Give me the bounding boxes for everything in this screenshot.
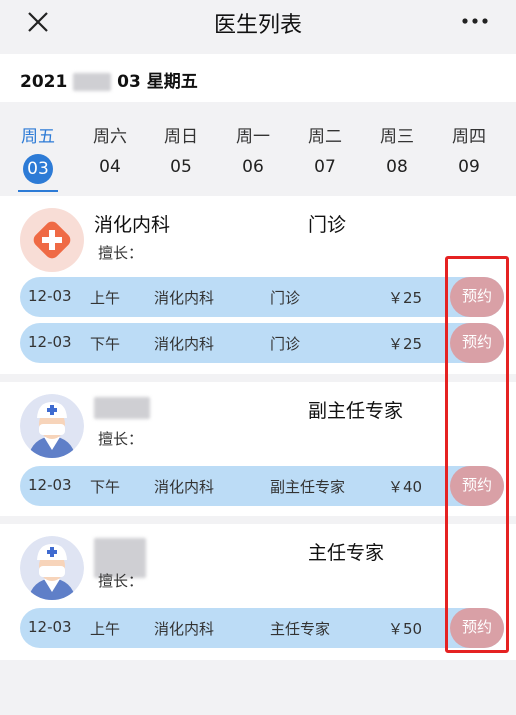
doctor-avatar-icon (20, 394, 84, 458)
current-date-bar: 2021 03 星期五 (0, 54, 516, 102)
doctor-name (94, 396, 150, 419)
day-tab-1[interactable]: 周六 04 (80, 102, 140, 194)
doctor-title: 主任专家 (308, 542, 385, 564)
blurred-name (94, 396, 150, 419)
book-button[interactable]: 预约 (450, 277, 504, 317)
week-selector: 周五 03 周六 04 周日 05 周一 06 周二 07 周三 08 周四 0… (0, 102, 516, 194)
skill-label: 擅长： (98, 430, 144, 448)
doctor-avatar (20, 394, 84, 458)
day-tab-3[interactable]: 周一 06 (223, 102, 283, 194)
doctor-title: 门诊 (308, 214, 347, 236)
schedule-slot: 12-03 下午 消化内科 副主任专家 ￥40 预约 (20, 466, 504, 506)
page-title: 医生列表 (213, 13, 302, 38)
doctor-card: 副主任专家 擅长： 12-03 下午 消化内科 副主任专家 ￥40 预约 (0, 382, 516, 516)
doctor-avatar (20, 536, 84, 600)
book-button[interactable]: 预约 (450, 608, 504, 648)
book-button[interactable]: 预约 (450, 466, 504, 506)
day-tab-0[interactable]: 周五 03 (8, 102, 68, 194)
schedule-slot: 12-03 下午 消化内科 门诊 ￥25 预约 (20, 323, 504, 363)
schedule-slot: 12-03 上午 消化内科 门诊 ￥25 预约 (20, 277, 504, 317)
doctor-card: 消化内科 门诊 擅长： 12-03 上午 消化内科 门诊 ￥25 预约 12-0… (0, 196, 516, 374)
schedule-slot: 12-03 上午 消化内科 主任专家 ￥50 预约 (20, 608, 504, 648)
day-tab-2[interactable]: 周日 05 (151, 102, 211, 194)
blurred-date-part (73, 73, 112, 91)
book-button[interactable]: 预约 (450, 323, 504, 363)
skill-label: 擅长： (98, 244, 144, 262)
medical-cross-icon (33, 221, 71, 259)
day-tab-4[interactable]: 周二 07 (295, 102, 355, 194)
skill-label: 擅长： (98, 572, 144, 590)
doctor-avatar-icon (20, 536, 84, 600)
nav-header: 医生列表 (0, 0, 516, 46)
active-underline (18, 190, 58, 192)
current-date: 2021 03 星期五 (20, 72, 198, 92)
doctor-title: 副主任专家 (308, 400, 404, 422)
doctor-name: 消化内科 (94, 214, 171, 236)
more-icon[interactable] (460, 10, 490, 32)
day-tab-5[interactable]: 周三 08 (367, 102, 427, 194)
day-tab-6[interactable]: 周四 09 (439, 102, 499, 194)
doctor-card: 主任专家 擅长： 12-03 上午 消化内科 主任专家 ￥50 预约 (0, 524, 516, 660)
department-avatar (20, 208, 84, 272)
